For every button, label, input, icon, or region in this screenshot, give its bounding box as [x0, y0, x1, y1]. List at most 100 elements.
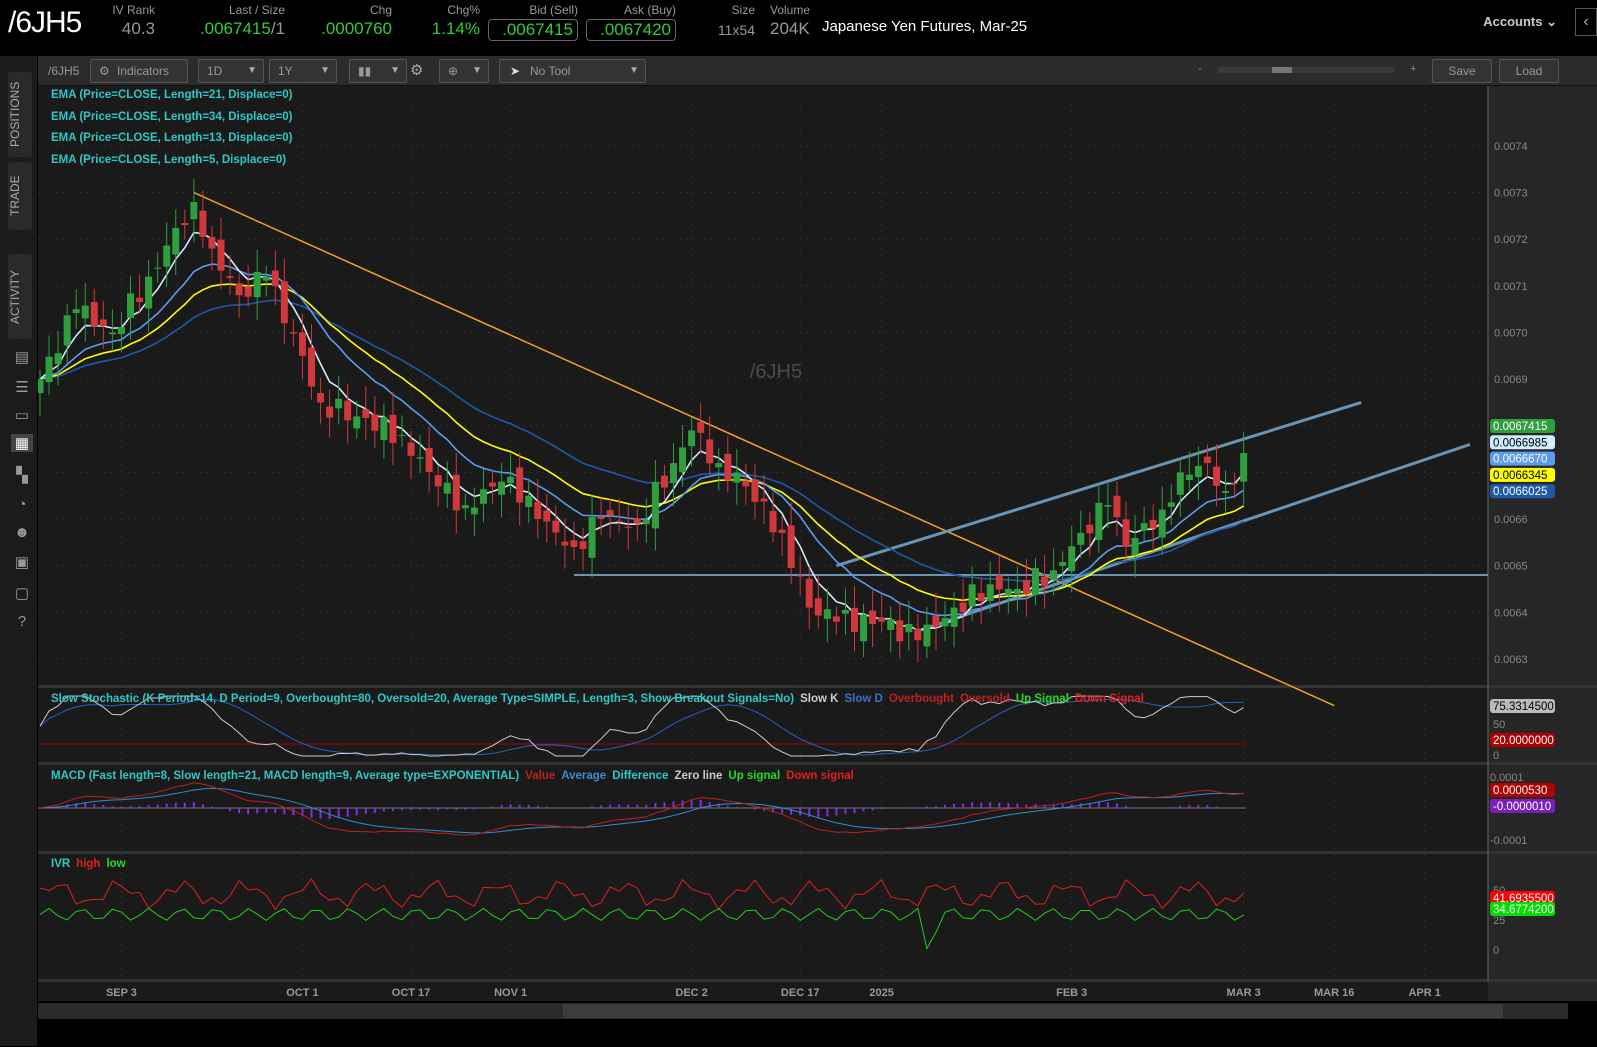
timeframe-select[interactable]: 1Y ▼ [269, 59, 337, 83]
chart-icon[interactable]: ▦ [11, 434, 33, 452]
ema21-label[interactable]: EMA (Price=CLOSE, Length=21, Displace=0) [51, 89, 293, 101]
candle [579, 541, 587, 550]
candle [1158, 509, 1166, 538]
candle [425, 447, 433, 472]
ask[interactable]: Ask (Buy) .0067420 [586, 3, 676, 41]
label: Last / Size [228, 3, 285, 17]
stoch-label: 20.0000000 [1493, 735, 1554, 747]
candle [1032, 568, 1039, 595]
candle [117, 327, 125, 335]
gauge-icon[interactable]: ◔ [11, 496, 33, 513]
tab-positions[interactable]: POSITIONS [8, 72, 32, 157]
candle [851, 607, 858, 632]
last: Last / Size .0067415/1 [180, 3, 285, 39]
price-label: 0.0066670 [1493, 454, 1547, 466]
indicators-button[interactable]: ⚙ Indicators [90, 59, 188, 83]
ema5-label[interactable]: EMA (Price=CLOSE, Length=5, Displace=0) [51, 154, 286, 166]
candle [380, 417, 388, 441]
zoom-slider[interactable] [1218, 67, 1394, 73]
candle [1149, 519, 1157, 529]
candle [63, 315, 71, 346]
bid[interactable]: Bid (Sell) .0067415 [488, 3, 578, 41]
lower-studies [38, 695, 1246, 950]
symbol[interactable]: /6JH5 [8, 6, 82, 40]
accounts-label: Accounts [1483, 14, 1543, 29]
price-chart[interactable]: /6JH5 0.00740.00730.00720.00710.00700.00… [38, 86, 1597, 1001]
candle [1240, 453, 1248, 482]
value: .0000760 [321, 19, 392, 38]
candle [570, 540, 578, 547]
candle [787, 525, 795, 568]
collapse-button[interactable]: ‹ [1575, 8, 1597, 36]
price-tick: 0.0074 [1494, 141, 1528, 153]
horizontal-scrollbar[interactable] [38, 1003, 1568, 1019]
fx-icon[interactable]: ▢ [11, 584, 33, 602]
candle [81, 305, 89, 319]
ivr-label[interactable]: IVR high low [51, 858, 126, 870]
price-axis[interactable] [1488, 86, 1597, 1001]
price-tick: 0.0071 [1494, 281, 1528, 293]
candle [841, 609, 849, 614]
candle [335, 398, 343, 409]
candle [715, 463, 723, 468]
iv-rank: IV Rank 40.3 [110, 3, 155, 39]
tab-activity[interactable]: ACTIVITY [8, 254, 32, 339]
macd-label[interactable]: MACD (Fast length=8, Slow length=21, MAC… [51, 770, 854, 782]
save-button[interactable]: Save [1432, 59, 1492, 83]
chart-type-select[interactable]: ▮▮ ▼ [349, 59, 407, 83]
zoom-in-button[interactable]: + [1410, 63, 1416, 75]
aggregation-select[interactable]: 1D ▼ [198, 59, 264, 83]
candle [805, 578, 813, 608]
drawing-style-select[interactable]: ⊕ ▼ [439, 59, 489, 83]
slow-k-line [39, 695, 1244, 757]
ema13-label[interactable]: EMA (Price=CLOSE, Length=13, Displace=0) [51, 132, 293, 144]
ask-button[interactable]: .0067420 [586, 19, 676, 41]
candle [823, 609, 831, 619]
candle [489, 482, 496, 487]
tv-icon[interactable]: ▭ [11, 406, 33, 424]
dropdown-arrow-icon: ▼ [629, 65, 639, 76]
candle [742, 480, 750, 487]
volume: Volume 204K [770, 3, 815, 39]
grid-icon[interactable]: ▚ [11, 466, 33, 484]
ema34-label[interactable]: EMA (Price=CLOSE, Length=34, Displace=0) [51, 111, 293, 123]
price-tick: 0.0069 [1494, 374, 1528, 386]
people-icon[interactable]: ☻ [11, 524, 33, 541]
candle [389, 414, 397, 443]
zoom-out-button[interactable]: - [1198, 63, 1202, 75]
date-tick: FEB 3 [1056, 987, 1087, 999]
list-icon[interactable]: ☰ [11, 378, 33, 396]
size: /1 [270, 19, 285, 38]
candle [1077, 533, 1085, 545]
candle [986, 584, 994, 601]
scrollbar-thumb[interactable] [563, 1004, 1503, 1018]
drawings[interactable] [193, 191, 1488, 707]
candle [778, 529, 786, 534]
monitor-icon[interactable]: ▤ [11, 348, 33, 366]
candle [615, 520, 623, 522]
candle [588, 517, 596, 558]
candle [280, 281, 288, 324]
candle [543, 510, 551, 522]
legend: Up Signal [1016, 693, 1069, 705]
drawing-tool-select[interactable]: ➤ No Tool ▼ [499, 59, 646, 83]
candle [1176, 472, 1184, 495]
candle [977, 593, 985, 601]
legend: Oversold [960, 693, 1010, 705]
candles [38, 179, 1248, 663]
candle [1022, 579, 1030, 595]
label: Indicators [117, 64, 170, 78]
size: Size 11x54 [710, 3, 755, 38]
help-icon[interactable]: ? [11, 613, 33, 630]
settings-gear-icon[interactable]: ⚙ [410, 61, 423, 79]
calendar-icon[interactable]: ▣ [11, 553, 33, 571]
candle [760, 498, 768, 502]
tab-trade[interactable]: TRADE [8, 162, 32, 230]
accounts-menu[interactable]: Accounts ⌄ [1483, 14, 1557, 30]
bid-button[interactable]: .0067415 [488, 19, 578, 41]
load-button[interactable]: Load [1499, 59, 1559, 83]
candle [154, 267, 162, 269]
zoom-slider-thumb[interactable] [1272, 67, 1292, 73]
macd-tick: -0.0001 [1490, 835, 1527, 847]
stochastic-label[interactable]: Slow Stochastic (K Period=14, D Period=9… [51, 693, 1144, 705]
